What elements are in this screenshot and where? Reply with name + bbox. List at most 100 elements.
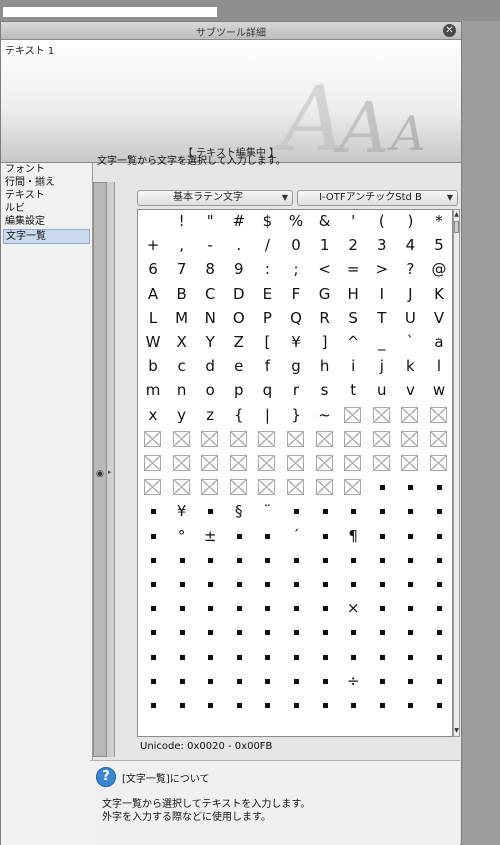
- char-cell[interactable]: [312, 452, 338, 475]
- char-cell[interactable]: :: [254, 258, 280, 281]
- char-cell[interactable]: u: [369, 379, 395, 402]
- char-cell[interactable]: [397, 452, 423, 475]
- char-cell[interactable]: [312, 694, 338, 717]
- panel-expand-bar[interactable]: ▸: [107, 182, 115, 757]
- char-cell[interactable]: [369, 573, 395, 596]
- char-cell[interactable]: I: [369, 283, 395, 306]
- char-cell[interactable]: [397, 428, 423, 451]
- eye-icon[interactable]: ◉: [96, 469, 104, 479]
- char-cell[interactable]: n: [169, 379, 195, 402]
- char-cell[interactable]: [226, 670, 252, 693]
- char-cell[interactable]: /: [254, 234, 280, 257]
- char-cell[interactable]: [426, 428, 452, 451]
- char-cell[interactable]: E: [254, 283, 280, 306]
- char-cell[interactable]: [340, 404, 366, 427]
- char-cell[interactable]: i: [340, 355, 366, 378]
- char-cell[interactable]: [426, 694, 452, 717]
- char-cell[interactable]: #: [226, 210, 252, 233]
- char-cell[interactable]: °: [169, 525, 195, 548]
- char-cell[interactable]: M: [169, 307, 195, 330]
- char-cell[interactable]: .: [226, 234, 252, 257]
- char-cell[interactable]: v: [397, 379, 423, 402]
- char-cell[interactable]: [312, 428, 338, 451]
- char-cell[interactable]: [226, 621, 252, 644]
- char-cell[interactable]: V: [426, 307, 452, 330]
- char-cell[interactable]: {: [226, 404, 252, 427]
- char-cell[interactable]: [226, 525, 252, 548]
- char-cell[interactable]: [340, 452, 366, 475]
- char-cell[interactable]: [283, 573, 309, 596]
- char-cell[interactable]: [254, 621, 280, 644]
- char-cell[interactable]: [283, 428, 309, 451]
- char-cell[interactable]: <: [312, 258, 338, 281]
- char-cell[interactable]: [312, 476, 338, 499]
- char-cell[interactable]: [369, 428, 395, 451]
- char-cell[interactable]: [140, 573, 166, 596]
- char-cell[interactable]: [397, 573, 423, 596]
- char-cell[interactable]: ^: [340, 331, 366, 354]
- char-cell[interactable]: [197, 694, 223, 717]
- char-cell[interactable]: [397, 597, 423, 620]
- sidebar-item-font[interactable]: フォント: [1, 163, 92, 176]
- char-cell[interactable]: p: [226, 379, 252, 402]
- char-cell[interactable]: r: [283, 379, 309, 402]
- char-cell[interactable]: [169, 428, 195, 451]
- char-cell[interactable]: !: [169, 210, 195, 233]
- char-cell[interactable]: [426, 525, 452, 548]
- char-cell[interactable]: k: [397, 355, 423, 378]
- char-cell[interactable]: [340, 476, 366, 499]
- char-cell[interactable]: $: [254, 210, 280, 233]
- char-cell[interactable]: y: [169, 404, 195, 427]
- char-cell[interactable]: A: [140, 283, 166, 306]
- char-cell[interactable]: o: [197, 379, 223, 402]
- char-cell[interactable]: [369, 404, 395, 427]
- char-cell[interactable]: [426, 597, 452, 620]
- char-cell[interactable]: 0: [283, 234, 309, 257]
- char-cell[interactable]: [426, 670, 452, 693]
- char-cell[interactable]: [340, 500, 366, 523]
- char-cell[interactable]: [283, 621, 309, 644]
- title-bar[interactable]: サブツール詳細 ✕: [1, 22, 461, 40]
- char-cell[interactable]: G: [312, 283, 338, 306]
- char-cell[interactable]: [397, 525, 423, 548]
- char-cell[interactable]: [397, 500, 423, 523]
- char-cell[interactable]: m: [140, 379, 166, 402]
- char-cell[interactable]: W: [140, 331, 166, 354]
- char-cell[interactable]: ¶: [340, 525, 366, 548]
- char-cell[interactable]: J: [397, 283, 423, 306]
- char-cell[interactable]: H: [340, 283, 366, 306]
- char-cell[interactable]: [369, 694, 395, 717]
- top-input-field[interactable]: [3, 7, 217, 17]
- font-dropdown[interactable]: I-OTFアンチックStd B ▼: [297, 190, 458, 206]
- char-cell[interactable]: e: [226, 355, 252, 378]
- char-cell[interactable]: [369, 476, 395, 499]
- char-cell[interactable]: ,: [169, 234, 195, 257]
- char-cell[interactable]: [254, 646, 280, 669]
- char-cell[interactable]: [140, 210, 166, 233]
- char-cell[interactable]: _: [369, 331, 395, 354]
- char-cell[interactable]: [397, 549, 423, 572]
- char-cell[interactable]: ?: [397, 258, 423, 281]
- char-cell[interactable]: g: [283, 355, 309, 378]
- sidebar-item-character-list[interactable]: 文字一覧: [3, 229, 90, 244]
- char-cell[interactable]: [369, 621, 395, 644]
- char-cell[interactable]: f: [254, 355, 280, 378]
- char-cell[interactable]: Z: [226, 331, 252, 354]
- char-cell[interactable]: w: [426, 379, 452, 402]
- char-cell[interactable]: [169, 549, 195, 572]
- sidebar-item-ruby[interactable]: ルビ: [1, 202, 92, 215]
- char-cell[interactable]: [140, 549, 166, 572]
- char-cell[interactable]: [426, 404, 452, 427]
- char-cell[interactable]: z: [197, 404, 223, 427]
- char-cell[interactable]: [197, 452, 223, 475]
- char-cell[interactable]: [397, 621, 423, 644]
- char-cell[interactable]: [226, 646, 252, 669]
- char-cell[interactable]: [: [254, 331, 280, 354]
- char-cell[interactable]: [369, 500, 395, 523]
- char-cell[interactable]: [140, 694, 166, 717]
- char-cell[interactable]: 9: [226, 258, 252, 281]
- char-cell[interactable]: [226, 428, 252, 451]
- scroll-down-icon[interactable]: ▼: [454, 726, 459, 736]
- char-cell[interactable]: |: [254, 404, 280, 427]
- char-cell[interactable]: b: [140, 355, 166, 378]
